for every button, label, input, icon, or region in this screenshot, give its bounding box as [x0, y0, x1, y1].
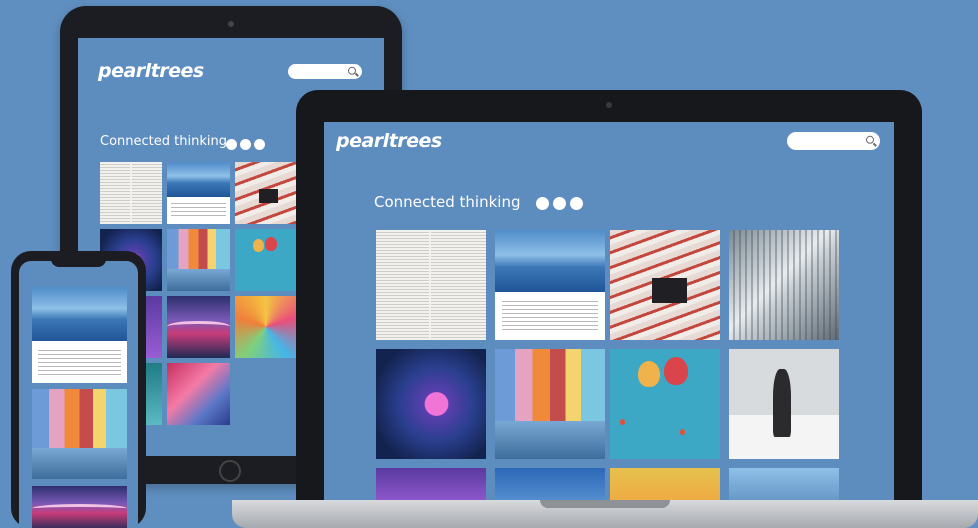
tile-hot-air-balloons[interactable]	[235, 229, 297, 291]
tile-bridge[interactable]	[167, 296, 230, 358]
tile-bridge[interactable]	[32, 486, 127, 528]
phone-device	[11, 251, 146, 528]
tile-yellow[interactable]	[610, 468, 720, 500]
laptop-device: pearltrees Connected thinking	[296, 90, 922, 500]
tile-mountains-note[interactable]	[495, 230, 605, 340]
tile-red-architecture[interactable]	[610, 230, 720, 340]
tile-mountains-note[interactable]	[167, 162, 230, 224]
phone-notch	[51, 255, 106, 267]
phone-screen	[19, 261, 138, 528]
tile-hot-air-balloons[interactable]	[610, 349, 720, 459]
tile-umbrellas[interactable]	[235, 296, 297, 358]
tablet-search-input[interactable]	[288, 64, 362, 79]
tile-pink-stairs[interactable]	[167, 363, 230, 425]
tile-mountains-note[interactable]	[32, 287, 127, 383]
laptop-more-menu[interactable]	[536, 195, 583, 214]
laptop-camera	[606, 102, 612, 108]
more-dots-icon	[226, 139, 237, 150]
laptop-tagline: Connected thinking	[374, 193, 521, 211]
tile-red-architecture[interactable]	[235, 162, 297, 224]
laptop-screen: pearltrees Connected thinking	[324, 122, 894, 500]
tablet-camera	[228, 21, 234, 27]
tile-blue[interactable]	[495, 468, 605, 500]
tile-dancer[interactable]	[729, 349, 839, 459]
tile-pink-lotus[interactable]	[376, 349, 486, 459]
laptop-notch	[540, 500, 670, 508]
tablet-tagline: Connected thinking	[100, 134, 227, 149]
tile-newspaper[interactable]	[100, 162, 162, 224]
tile-burano-canal[interactable]	[495, 349, 605, 459]
tile-burano-canal[interactable]	[167, 229, 230, 291]
tablet-home-button	[219, 460, 241, 482]
tile-library-spiral[interactable]	[729, 230, 839, 340]
tile-sky[interactable]	[729, 468, 839, 500]
more-dots-icon	[536, 197, 549, 210]
search-icon[interactable]	[348, 66, 356, 75]
laptop-logo[interactable]: pearltrees	[336, 130, 442, 152]
tablet-logo[interactable]: pearltrees	[98, 60, 204, 82]
tile-burano-canal[interactable]	[32, 389, 127, 479]
tablet-more-menu[interactable]	[226, 135, 265, 154]
tile-purple[interactable]	[376, 468, 486, 500]
laptop-search-input[interactable]	[787, 132, 880, 150]
search-icon[interactable]	[866, 135, 874, 144]
tile-newspaper[interactable]	[376, 230, 486, 340]
